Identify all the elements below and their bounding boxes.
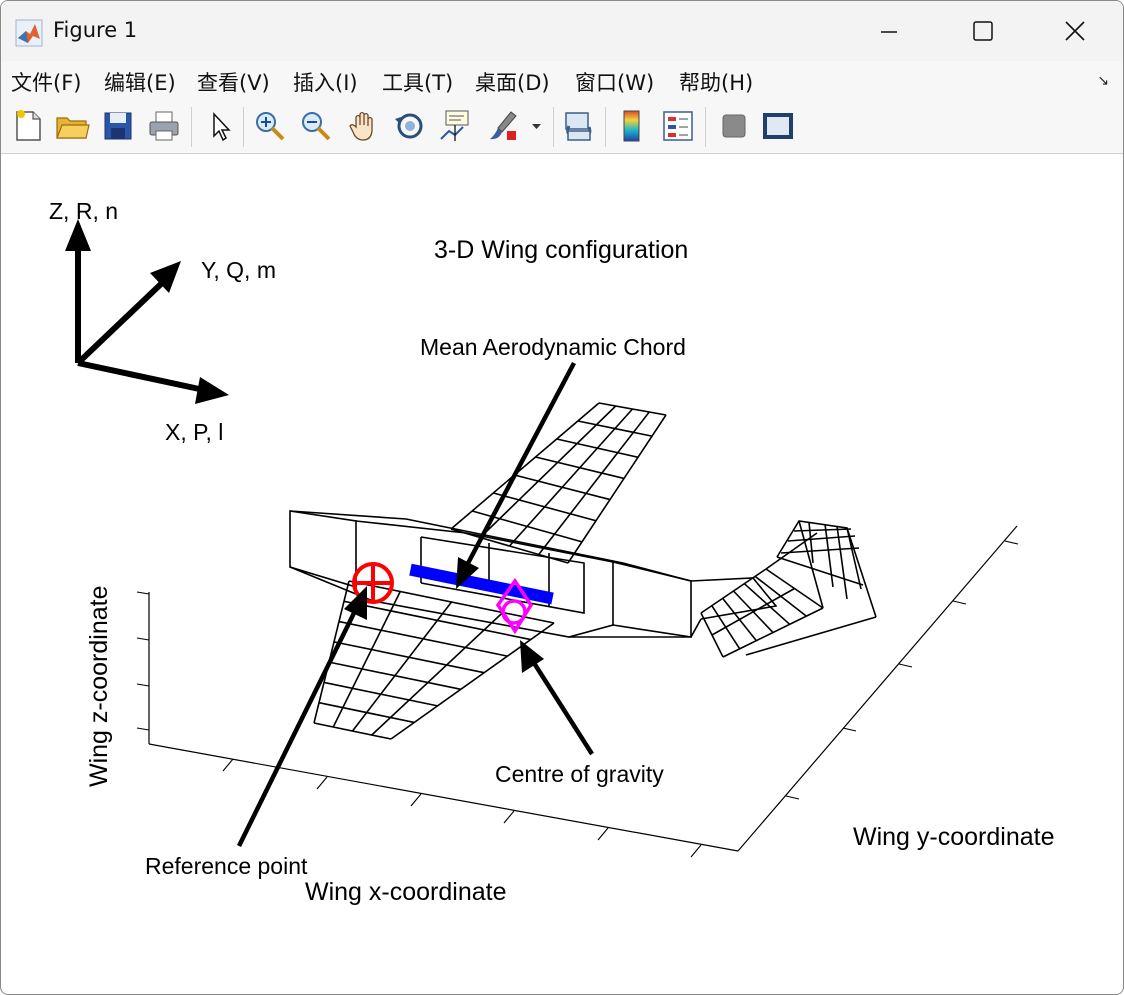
menu-help[interactable]: 帮助(H) — [679, 67, 753, 97]
menu-expand-icon[interactable]: ↘ — [1097, 73, 1109, 89]
zoom-in-icon[interactable] — [251, 107, 289, 145]
z-axis-label: Wing z-coordinate — [85, 586, 113, 787]
triad-x-label: X, P, l — [165, 419, 223, 445]
rotate-3d-icon[interactable] — [391, 107, 429, 145]
triad-z-label: Z, R, n — [49, 198, 118, 224]
zoom-out-icon[interactable] — [297, 107, 335, 145]
menu-view[interactable]: 查看(V) — [197, 67, 270, 97]
close-icon — [1065, 21, 1085, 41]
reference-point-annotation-label: Reference point — [145, 853, 308, 879]
toolbar-separator — [605, 107, 606, 147]
axis-ticks — [136, 540, 1019, 858]
maximize-button[interactable] — [936, 1, 1028, 61]
open-file-icon[interactable] — [53, 107, 91, 145]
toolbar-separator — [243, 107, 244, 147]
x-axis-label: Wing x-coordinate — [305, 878, 506, 906]
vertical-tail-panel — [776, 520, 877, 618]
data-cursor-icon[interactable] — [437, 107, 475, 145]
hide-plot-tools-icon[interactable] — [715, 107, 753, 145]
title-bar: Figure 1 — [1, 1, 1123, 61]
insert-legend-icon[interactable] — [659, 107, 697, 145]
axes-box — [148, 525, 1018, 852]
menu-desktop[interactable]: 桌面(D) — [475, 67, 550, 97]
horizontal-tail-panel — [700, 568, 824, 658]
window-title: Figure 1 — [53, 18, 138, 42]
mac-annotation-label: Mean Aerodynamic Chord — [420, 334, 686, 360]
minimize-button[interactable] — [841, 1, 933, 61]
menu-file[interactable]: 文件(F) — [11, 67, 81, 97]
new-figure-icon[interactable] — [9, 107, 47, 145]
pan-hand-icon[interactable] — [345, 107, 383, 145]
toolbar-separator — [705, 107, 706, 147]
close-button[interactable] — [1029, 1, 1121, 61]
menu-insert[interactable]: 插入(I) — [293, 67, 358, 97]
menu-tools[interactable]: 工具(T) — [382, 67, 453, 97]
toolbar-separator — [553, 107, 554, 147]
brush-icon[interactable] — [485, 107, 523, 145]
link-plot-icon[interactable] — [559, 107, 597, 145]
maximize-icon — [973, 21, 993, 41]
cg-annotation-label: Centre of gravity — [495, 761, 664, 787]
save-icon[interactable] — [99, 107, 137, 145]
show-plot-tools-icon[interactable] — [759, 107, 797, 145]
print-icon[interactable] — [145, 107, 183, 145]
brush-dropdown-icon[interactable] — [527, 107, 547, 145]
triad-y-label: Y, Q, m — [201, 257, 276, 283]
figure-axes[interactable]: Z, R, n Y, Q, m X, P, l 3-D Wing configu… — [1, 154, 1123, 994]
wing-wireframe — [289, 402, 877, 740]
menu-edit[interactable]: 编辑(E) — [104, 67, 176, 97]
axis-triad — [65, 219, 229, 404]
figure-window: Figure 1 文件(F) 编辑(E) 查看(V) 插入(I) 工具(T) 桌… — [0, 0, 1124, 995]
matlab-icon — [15, 19, 43, 47]
y-axis-label: Wing y-coordinate — [853, 823, 1054, 851]
toolbar-separator — [191, 107, 192, 147]
plot-title: 3-D Wing configuration — [434, 236, 688, 264]
menu-window[interactable]: 窗口(W) — [575, 67, 654, 97]
edit-plot-arrow-icon[interactable] — [201, 107, 239, 145]
insert-colorbar-icon[interactable] — [613, 107, 651, 145]
